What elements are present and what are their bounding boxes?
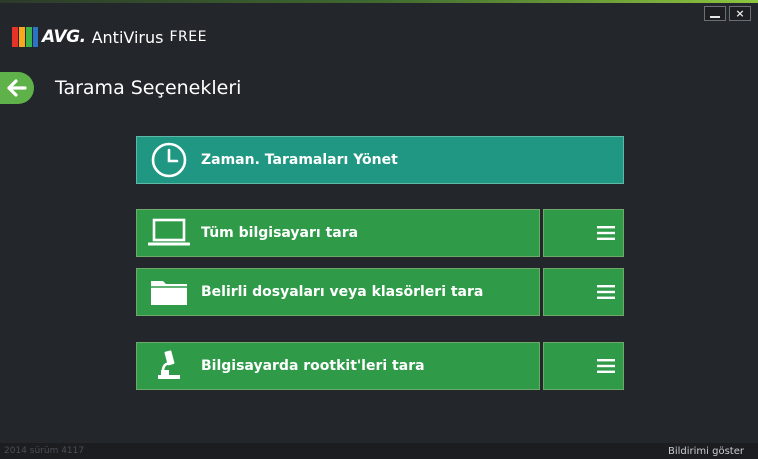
minimize-button[interactable]: [704, 6, 726, 21]
avg-logo-icon: [12, 27, 38, 47]
microscope-icon: [137, 349, 201, 383]
brand-name: AVG.: [42, 27, 86, 47]
show-notification-link[interactable]: Bildirimi göster: [668, 446, 744, 457]
scan-files-folders-button[interactable]: Belirli dosyaları veya klasörleri tara: [136, 268, 540, 316]
minimize-icon: [710, 16, 720, 18]
tile-label: Tüm bilgisayarı tara: [201, 225, 359, 241]
menu-icon: [597, 359, 615, 373]
scan-rootkits-button[interactable]: Bilgisayarda rootkit'leri tara: [136, 342, 540, 390]
product-edition: FREE: [169, 29, 207, 45]
scan-rootkits-settings-button[interactable]: [543, 342, 624, 390]
scan-files-folders-settings-button[interactable]: [543, 268, 624, 316]
status-bar: 2014 sürüm 4117 Bildirimi göster: [0, 443, 758, 459]
product-name: AntiVirus: [91, 27, 164, 47]
scan-whole-computer-button[interactable]: Tüm bilgisayarı tara: [136, 209, 540, 257]
close-button[interactable]: ×: [729, 6, 751, 21]
clock-icon: [137, 141, 201, 179]
app-logo: AVG. AntiVirus FREE: [12, 24, 207, 50]
tile-label: Bilgisayarda rootkit'leri tara: [201, 358, 425, 374]
menu-icon: [597, 226, 615, 240]
tile-label: Zaman. Taramaları Yönet: [201, 152, 398, 168]
menu-icon: [597, 285, 615, 299]
close-icon: ×: [735, 7, 745, 20]
tile-label: Belirli dosyaları veya klasörleri tara: [201, 284, 484, 300]
laptop-icon: [137, 218, 201, 248]
arrow-left-icon: [7, 79, 27, 97]
title-bar-accent: [0, 0, 758, 3]
scan-whole-computer-settings-button[interactable]: [543, 209, 624, 257]
version-text: 2014 sürüm 4117: [4, 446, 85, 456]
folder-icon: [137, 277, 201, 307]
page-title: Tarama Seçenekleri: [55, 77, 242, 99]
back-button[interactable]: [0, 72, 34, 104]
window-controls: ×: [704, 6, 751, 21]
manage-scheduled-scans-button[interactable]: Zaman. Taramaları Yönet: [136, 136, 624, 184]
